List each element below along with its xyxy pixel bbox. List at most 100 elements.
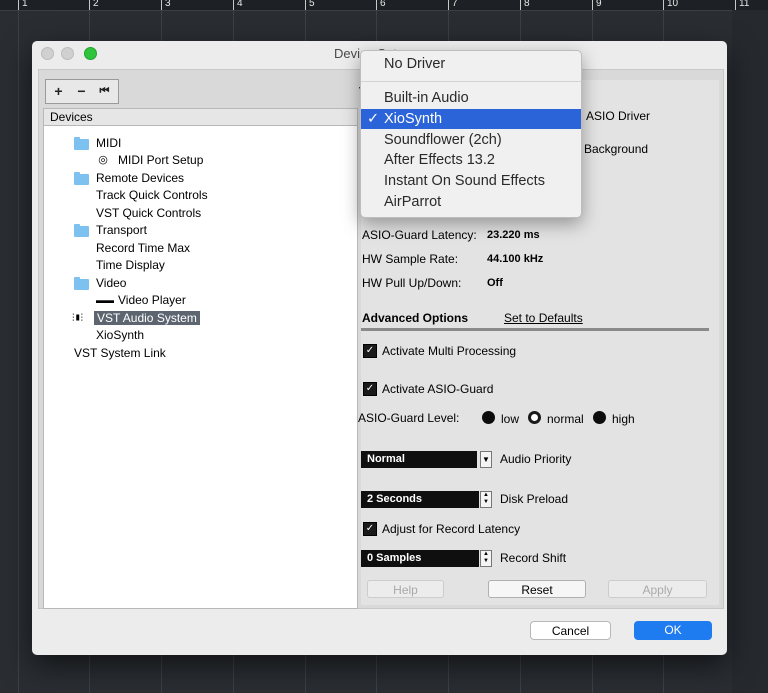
apply-button[interactable]: Apply xyxy=(608,580,707,598)
disk-preload-field[interactable]: 2 Seconds xyxy=(361,491,479,508)
folder-icon xyxy=(74,224,89,237)
minimize-window-button[interactable] xyxy=(61,47,74,60)
record-shift-label: Record Shift xyxy=(500,551,567,565)
tree-item-midi[interactable]: MIDI xyxy=(96,135,121,152)
activate-multi-label: Activate Multi Processing xyxy=(382,344,517,358)
asio-guard-level-label: ASIO-Guard Level: xyxy=(358,411,460,425)
tree-item-midi-port-setup[interactable]: MIDI Port Setup xyxy=(118,152,203,169)
menu-item-built-in-audio[interactable]: Built-in Audio xyxy=(361,88,581,108)
asio-driver-label: ASIO Driver xyxy=(586,109,651,123)
ruler-mark-label: 8 xyxy=(524,0,530,9)
close-window-button[interactable] xyxy=(41,47,54,60)
help-button[interactable]: Help xyxy=(367,580,444,598)
advanced-options-heading: Advanced Options xyxy=(362,311,469,325)
ruler-mark: 6 xyxy=(376,0,386,10)
hw-sample-rate-label: HW Sample Rate: xyxy=(362,252,459,266)
zoom-window-button[interactable] xyxy=(84,47,97,60)
ruler-mark-label: 2 xyxy=(93,0,99,9)
ok-button[interactable]: OK xyxy=(634,621,712,640)
timeline-ruler[interactable]: 1 2 3 4 5 6 7 8 9 10 11 xyxy=(0,0,768,11)
menu-item-xiosynth[interactable]: ✓ XioSynth xyxy=(361,109,581,129)
remove-device-button[interactable]: − xyxy=(70,80,93,103)
tree-item-vst-audio-system[interactable]: VST Audio System xyxy=(94,310,200,327)
video-player-icon: ▬▬ xyxy=(96,295,114,305)
ruler-mark-label: 9 xyxy=(596,0,602,9)
level-low-radio[interactable] xyxy=(482,411,495,424)
folder-icon xyxy=(74,277,89,290)
hw-pull-value: Off xyxy=(487,277,503,289)
tree-item-xiosynth[interactable]: XioSynth xyxy=(96,327,144,344)
hw-pull-label: HW Pull Up/Down: xyxy=(362,276,462,290)
reset-button[interactable]: Reset xyxy=(488,580,586,598)
menu-item-after-effects[interactable]: After Effects 13.2 xyxy=(361,150,581,170)
asio-guard-latency-value: 23.220 ms xyxy=(487,229,540,241)
tree-item-track-quick-controls[interactable]: Track Quick Controls xyxy=(96,187,208,204)
checkmark-icon: ✓ xyxy=(367,111,380,127)
tree-item-video-player[interactable]: Video Player xyxy=(118,292,186,309)
multi-processing-checkbox[interactable]: ✓ xyxy=(363,344,377,358)
level-high-radio[interactable] xyxy=(593,411,606,424)
ruler-mark: 10 xyxy=(663,0,678,10)
ruler-mark-label: 4 xyxy=(237,0,243,9)
menu-separator xyxy=(361,81,581,82)
ruler-mark: 4 xyxy=(233,0,243,10)
background-label: Background xyxy=(584,142,649,156)
tree-item-vst-quick-controls[interactable]: VST Quick Controls xyxy=(96,205,201,222)
device-tree[interactable]: MIDI ◎ MIDI Port Setup Remote Devices Tr… xyxy=(43,125,358,609)
folder-icon xyxy=(74,172,89,185)
tree-item-video[interactable]: Video xyxy=(96,275,126,292)
devices-toolbar: + − ⏮ xyxy=(45,79,119,104)
devices-header: Devices xyxy=(43,108,358,125)
ruler-mark-label: 7 xyxy=(452,0,458,9)
tree-item-vst-system-link[interactable]: VST System Link xyxy=(74,345,166,362)
ruler-mark: 7 xyxy=(448,0,458,10)
ruler-mark: 9 xyxy=(592,0,602,10)
menu-item-airparrot[interactable]: AirParrot xyxy=(361,192,581,212)
audio-system-icon: ⫶▮⫶ xyxy=(72,313,83,324)
reset-device-icon[interactable]: ⏮ xyxy=(93,80,116,103)
tree-item-record-time-max[interactable]: Record Time Max xyxy=(96,240,190,257)
chevron-down-icon[interactable]: ▼ xyxy=(480,451,492,468)
stepper-icon[interactable]: ▲ ▼ xyxy=(480,491,492,508)
audio-priority-label: Audio Priority xyxy=(500,452,572,466)
menu-item-label: XioSynth xyxy=(384,111,443,127)
level-high-label: high xyxy=(612,412,635,426)
tree-item-transport[interactable]: Transport xyxy=(96,222,147,239)
asio-guard-latency-label: ASIO-Guard Latency: xyxy=(362,228,477,242)
ruler-mark: 11 xyxy=(735,0,749,10)
adjust-record-latency-label: Adjust for Record Latency xyxy=(382,522,521,536)
audio-priority-dropdown[interactable]: Normal xyxy=(361,451,477,468)
add-device-button[interactable]: + xyxy=(47,80,70,103)
ruler-mark: 3 xyxy=(161,0,171,10)
ruler-mark-label: 1 xyxy=(22,0,28,9)
menu-item-instant-on[interactable]: Instant On Sound Effects xyxy=(361,171,581,191)
asio-driver-menu: No Driver Built-in Audio ✓ XioSynth Soun… xyxy=(360,50,582,218)
midi-port-icon: ◎ xyxy=(98,154,108,166)
asio-guard-checkbox[interactable]: ✓ xyxy=(363,382,377,396)
record-latency-checkbox[interactable]: ✓ xyxy=(363,522,377,536)
level-normal-label: normal xyxy=(547,412,584,426)
section-divider xyxy=(361,328,709,331)
set-to-defaults-link[interactable]: Set to Defaults xyxy=(504,311,583,325)
ruler-mark-label: 10 xyxy=(667,0,679,9)
hw-sample-rate-value: 44.100 kHz xyxy=(487,253,544,265)
disk-preload-label: Disk Preload xyxy=(500,492,569,506)
grid-line xyxy=(18,10,19,693)
level-normal-radio[interactable] xyxy=(528,411,541,424)
level-low-label: low xyxy=(501,412,520,426)
menu-item-no-driver[interactable]: No Driver xyxy=(361,54,581,74)
stepper-icon[interactable]: ▲ ▼ xyxy=(480,550,492,567)
folder-icon xyxy=(74,137,89,150)
record-shift-field[interactable]: 0 Samples xyxy=(361,550,479,567)
ruler-mark: 2 xyxy=(89,0,99,10)
ruler-mark: 1 xyxy=(18,0,28,10)
tree-item-time-display[interactable]: Time Display xyxy=(96,257,165,274)
cancel-button[interactable]: Cancel xyxy=(530,621,611,640)
selected-device-label: VST Audio System xyxy=(94,311,200,325)
activate-asio-guard-label: Activate ASIO-Guard xyxy=(382,382,494,396)
ruler-mark: 5 xyxy=(305,0,315,10)
menu-item-soundflower[interactable]: Soundflower (2ch) xyxy=(361,130,581,150)
ruler-mark-label: 6 xyxy=(380,0,386,9)
tree-item-remote-devices[interactable]: Remote Devices xyxy=(96,170,184,187)
project-area-edge xyxy=(732,10,768,693)
